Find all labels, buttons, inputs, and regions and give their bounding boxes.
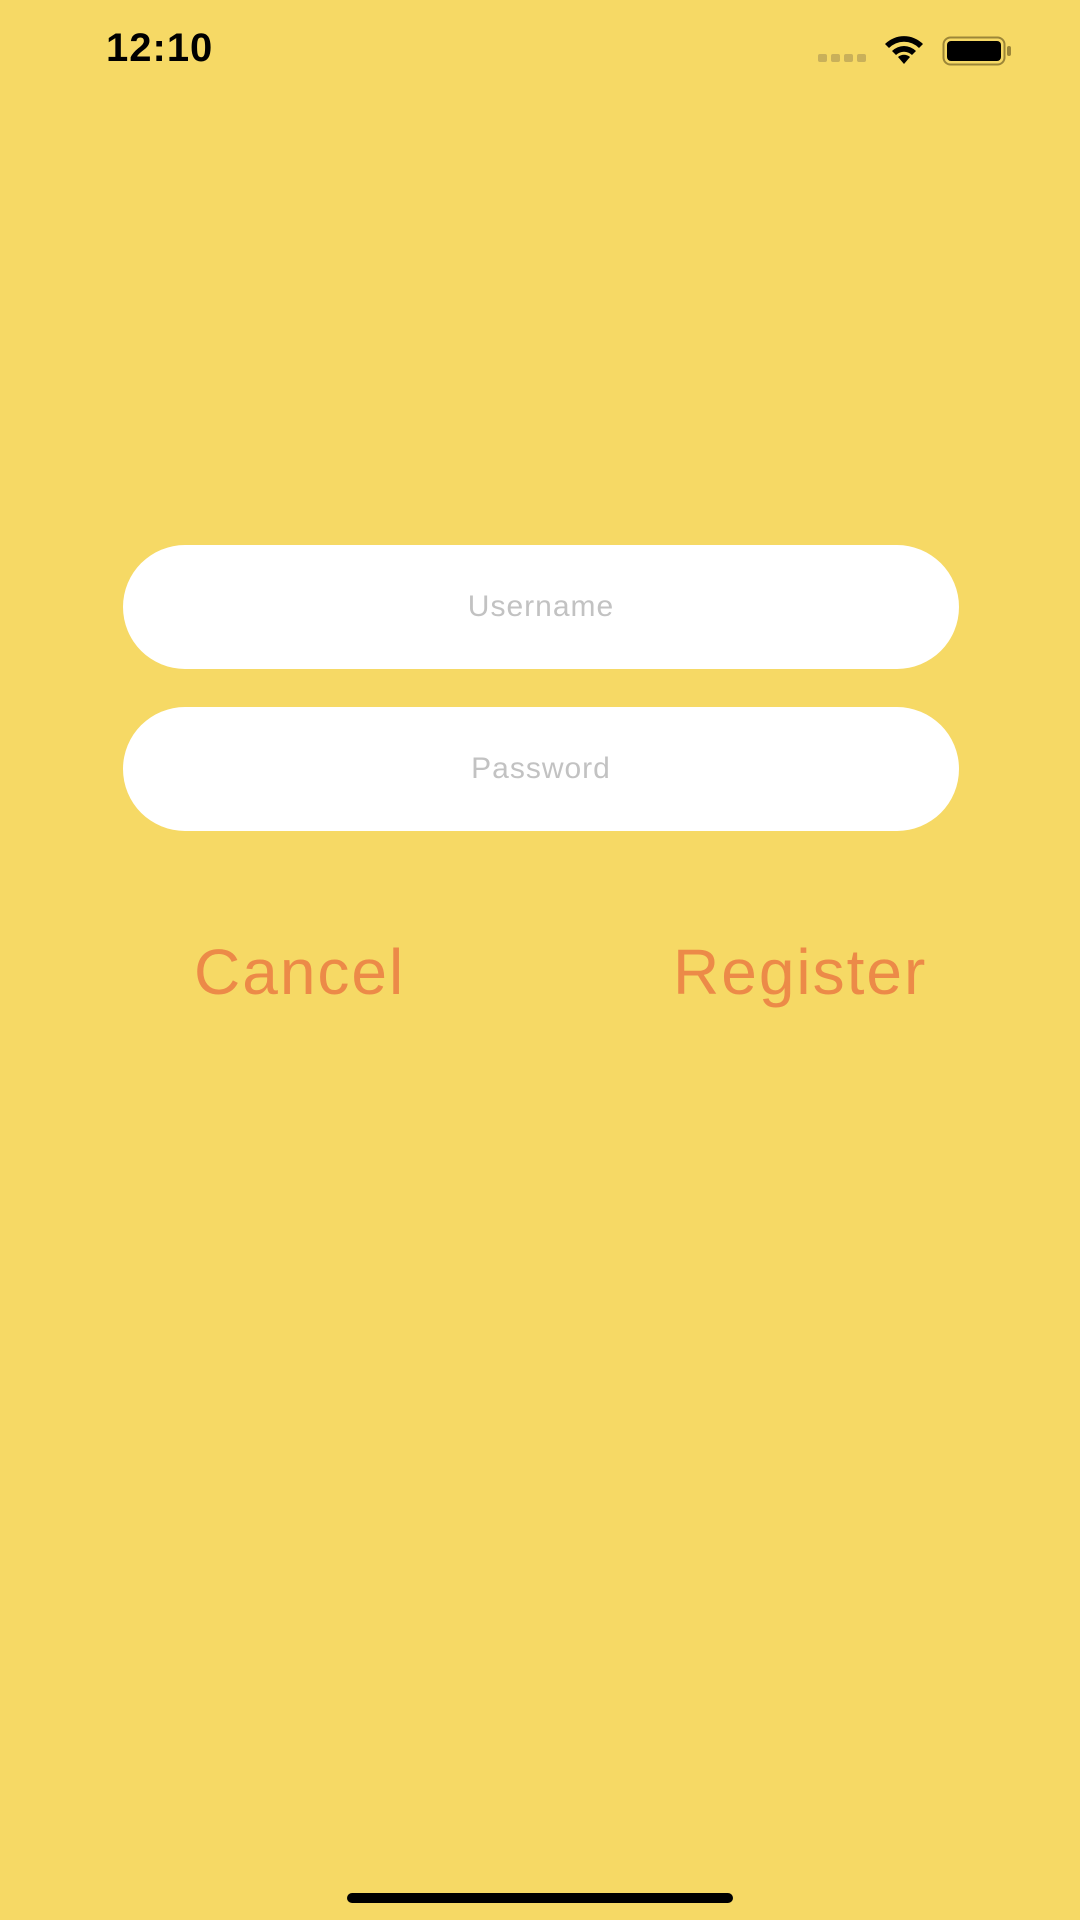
register-screen: 12:10 Cancel Register xyxy=(0,0,1080,1920)
status-time: 12:10 xyxy=(106,26,214,70)
password-field[interactable] xyxy=(123,707,959,831)
home-indicator[interactable] xyxy=(347,1893,733,1903)
cancel-button[interactable]: Cancel xyxy=(194,935,405,1009)
wifi-icon xyxy=(885,36,923,64)
battery-icon xyxy=(942,36,1011,66)
username-field[interactable] xyxy=(123,545,959,669)
cellular-signal-icon xyxy=(818,54,868,62)
register-button[interactable]: Register xyxy=(673,935,927,1009)
